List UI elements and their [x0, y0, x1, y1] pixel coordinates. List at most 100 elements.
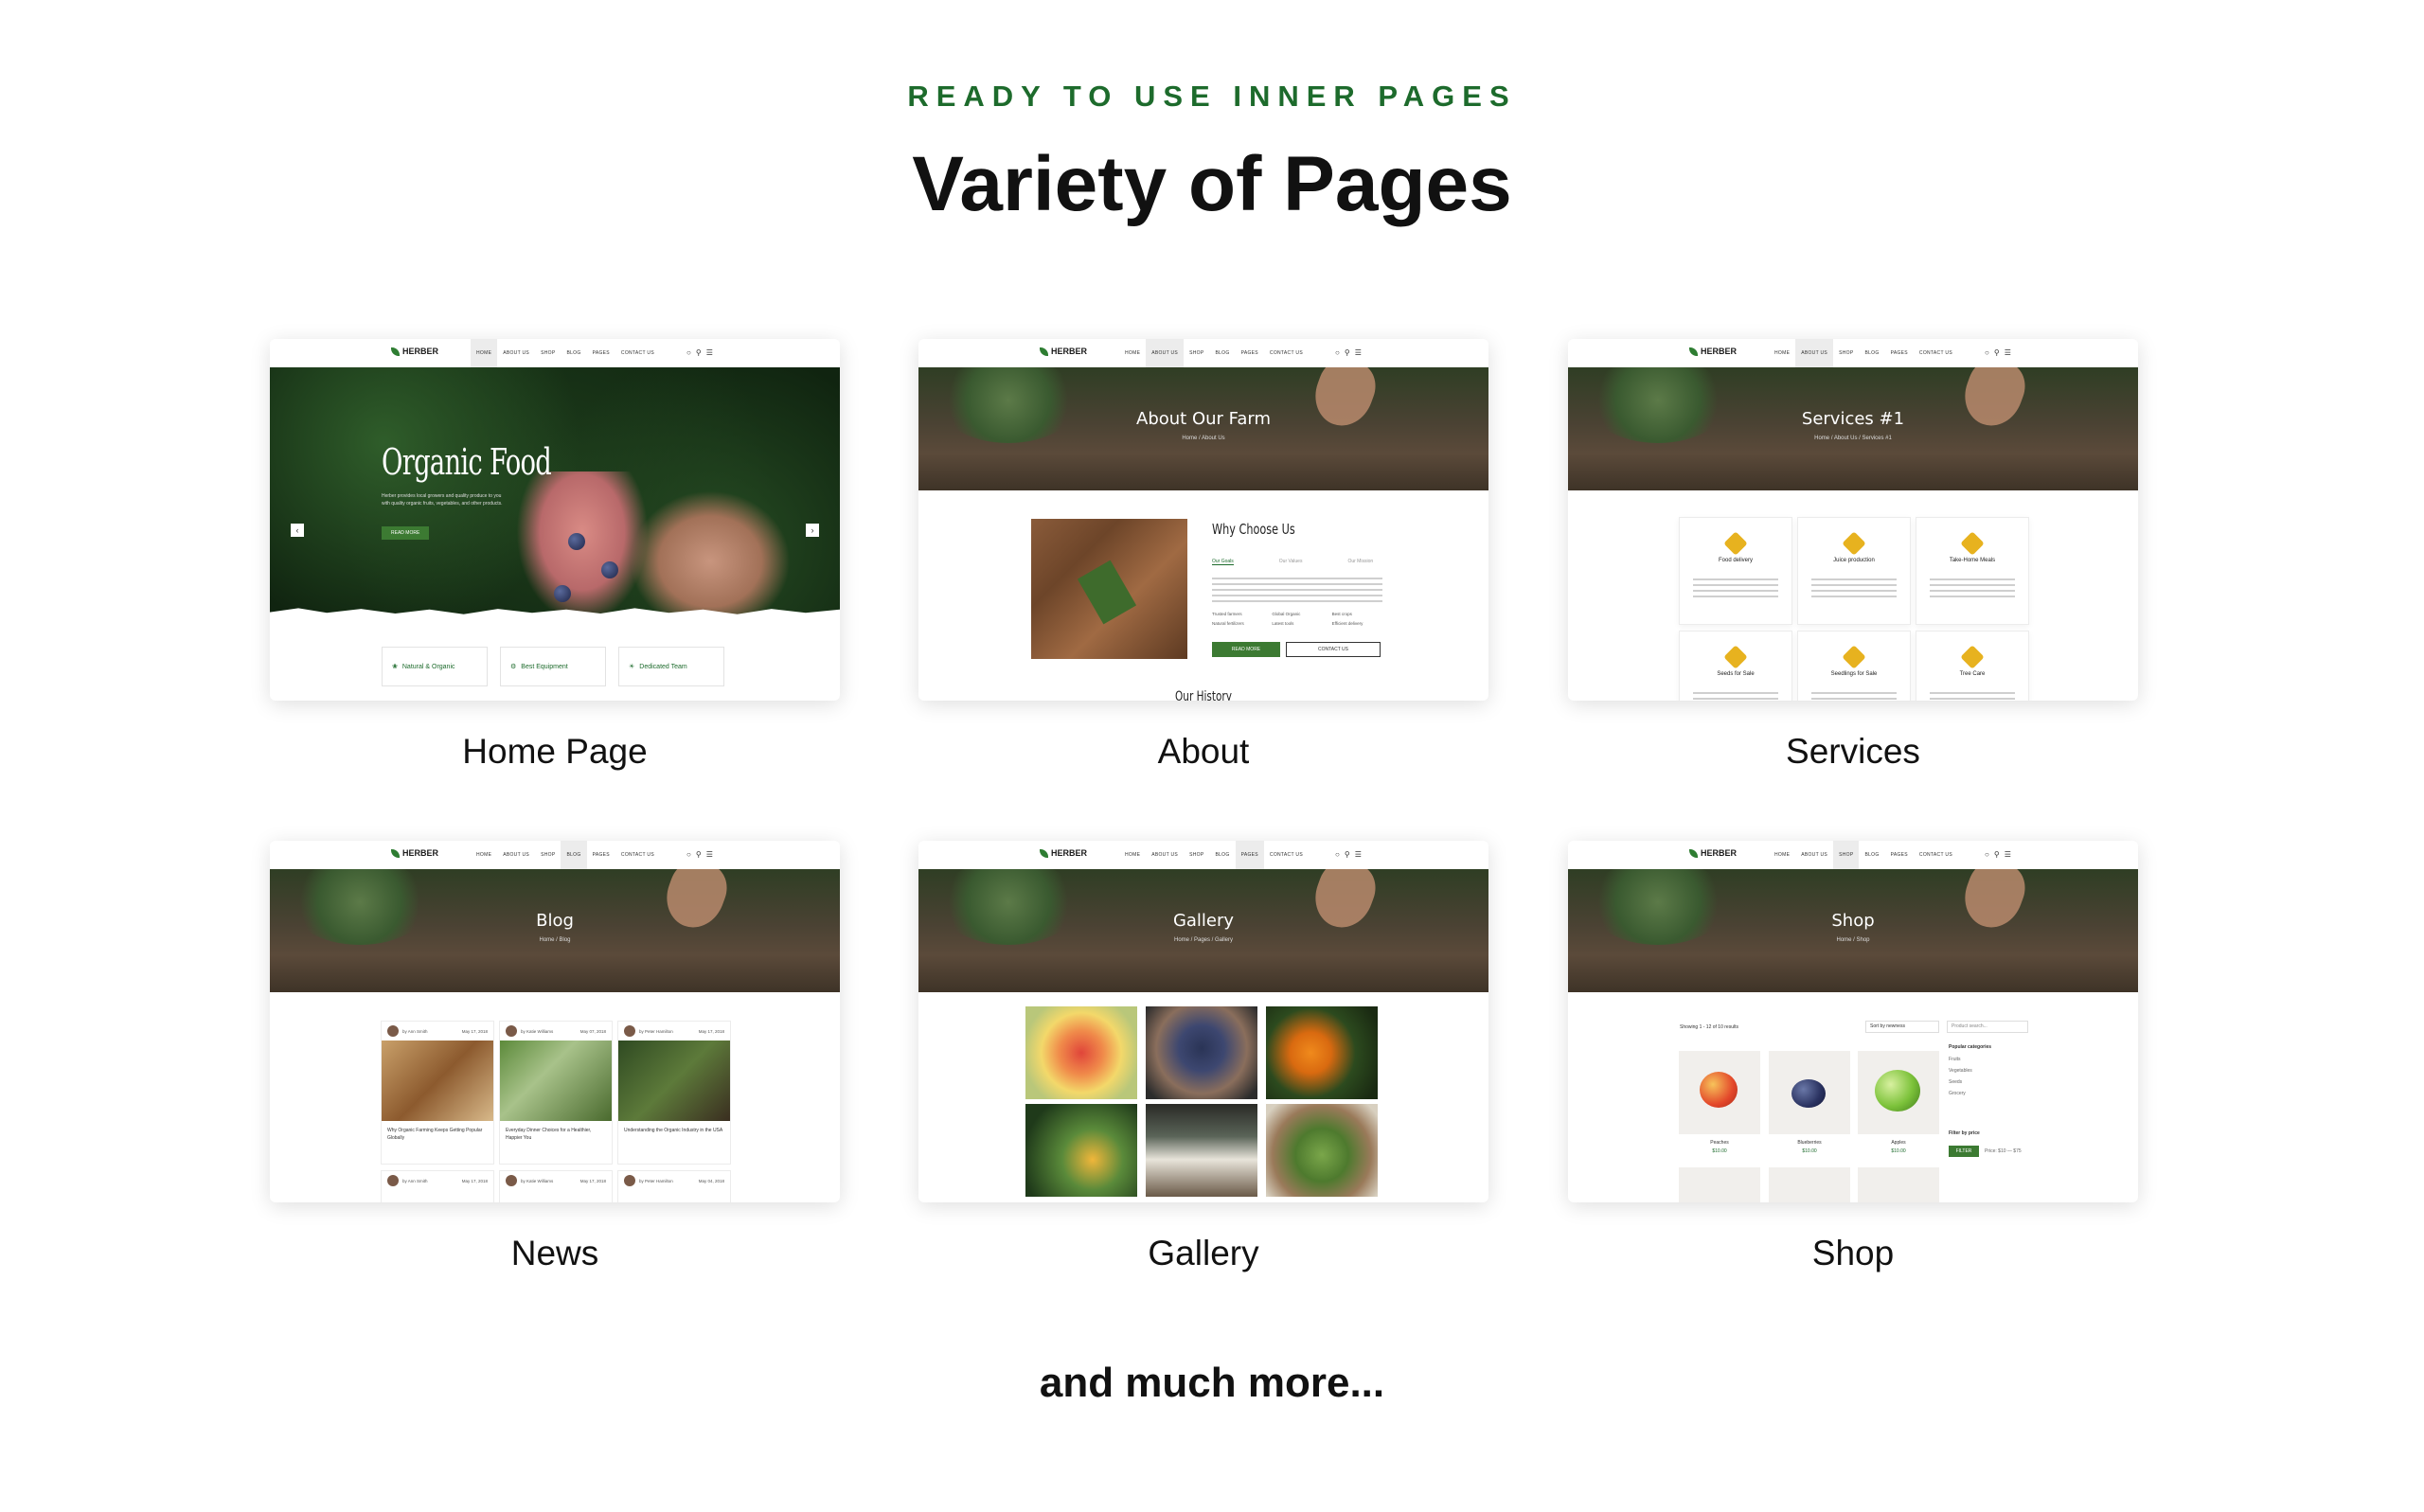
menu-item-about: ABOUT US: [1801, 852, 1828, 858]
feature-box: ⚙ Best Equipment: [500, 647, 606, 686]
tab-goals: Our Goals: [1212, 559, 1234, 565]
about-page-preview[interactable]: HERBER HOME ABOUT US SHOP BLOG PAGES CON…: [918, 339, 1488, 701]
history-heading: Our History: [1175, 689, 1232, 701]
menu-item-about: ABOUT US: [503, 350, 530, 356]
read-more-button: READ MORE: [1212, 642, 1280, 657]
menu-item-home: HOME: [1125, 852, 1141, 858]
preview-menu: HOME ABOUT US SHOP BLOG PAGES CONTACT US: [471, 339, 660, 367]
menu-item-blog: BLOG: [1864, 852, 1880, 858]
preview-menu: HOME ABOUT US SHOP BLOG PAGES CONTACT US: [1119, 841, 1309, 869]
menu-item-about: ABOUT US: [1795, 339, 1834, 367]
blog-post-card: by Katie Williams May 17, 2018: [499, 1170, 613, 1202]
sun-icon: ☀: [629, 664, 635, 670]
product-image: [1679, 1051, 1760, 1134]
category-list: Fruits Vegetables Seeds Grocery: [1949, 1057, 1972, 1096]
blueberry-image: [601, 561, 618, 578]
service-card: Seedlings for Sale: [1797, 631, 1911, 701]
salad-image: [1266, 1104, 1378, 1197]
menu-item-home: HOME: [1774, 350, 1791, 356]
blueberry-image: [554, 585, 571, 602]
results-count: Showing 1 - 12 of 10 results: [1680, 1024, 1738, 1030]
cart-icon: ○: [1985, 850, 1989, 859]
read-more-button: READ MORE: [382, 526, 430, 540]
service-card: Take-Home Meals: [1916, 517, 2029, 625]
gallery-page-preview[interactable]: HERBER HOME ABOUT US SHOP BLOG PAGES CON…: [918, 841, 1488, 1202]
menu-item-shop: SHOP: [1189, 852, 1204, 858]
leaf-icon: [391, 848, 400, 858]
leaf-icon: ❀: [392, 664, 398, 670]
service-icon: [1960, 531, 1985, 556]
home-page-preview[interactable]: HERBER HOME ABOUT US SHOP BLOG PAGES CON…: [270, 339, 840, 701]
leaf-icon: [1040, 848, 1048, 858]
tab-values: Our Values: [1278, 559, 1303, 564]
watermelon-image: [1025, 1006, 1137, 1099]
blog-post-card: by Ann Smith May 17, 2018: [381, 1170, 494, 1202]
menu-icon: ☰: [2004, 348, 2011, 357]
check-list: Trusted farmers Global Organic Best crop…: [1212, 612, 1364, 626]
menu-item-contact: CONTACT US: [1269, 350, 1303, 356]
hero-title: Gallery: [1172, 911, 1235, 931]
menu-item-pages: PAGES: [592, 350, 610, 356]
product-name: Apples: [1891, 1140, 1906, 1146]
menu-item-blog: BLOG: [1215, 852, 1230, 858]
services-page-preview[interactable]: HERBER HOME ABOUT US SHOP BLOG PAGES CON…: [1568, 339, 2138, 701]
blog-post-card: by Peter Hamilton May 17, 2018 Understand…: [617, 1021, 731, 1165]
product-price: $10.00: [1891, 1148, 1906, 1154]
search-icon: ⚲: [695, 850, 702, 859]
menu-item-about: ABOUT US: [1146, 339, 1185, 367]
brand-logo: HERBER: [391, 347, 438, 356]
menu-item-shop: SHOP: [1189, 350, 1204, 356]
post-image: [500, 1041, 612, 1121]
search-icon: ⚲: [1344, 348, 1350, 357]
preview-navbar: HERBER HOME ABOUT US SHOP BLOG PAGES CON…: [918, 339, 1488, 367]
menu-item-home: HOME: [1774, 852, 1791, 858]
preview-navbar: HERBER HOME ABOUT US SHOP BLOG PAGES CON…: [270, 339, 840, 367]
feature-box: ❀ Natural & Organic: [382, 647, 488, 686]
menu-item-shop: SHOP: [541, 350, 556, 356]
tabs: Our Goals Our Values Our Mission: [1212, 559, 1373, 565]
peach-fruit: [1700, 1072, 1738, 1108]
menu-item-pages: PAGES: [1890, 852, 1908, 858]
news-page-preview[interactable]: HERBER HOME ABOUT US SHOP BLOG PAGES CON…: [270, 841, 840, 1202]
hero-banner: About Our Farm Home / About Us: [918, 367, 1488, 490]
blog-post-card: by Peter Hamilton May 04, 2018: [617, 1170, 731, 1202]
product-image: [1769, 1051, 1850, 1134]
hero-banner: Organic Food Herber provides local growe…: [270, 367, 840, 618]
hero-title: Services #1: [1801, 409, 1905, 429]
hero-title: Blog: [536, 911, 574, 931]
cart-icon: ○: [686, 348, 691, 357]
menu-item-about: ABOUT US: [1151, 852, 1179, 858]
breadcrumb: Home / About Us / Services #1: [1814, 436, 1892, 441]
blog-post-card: by Katie Williams May 07, 2018 Everyday D…: [499, 1021, 613, 1165]
menu-icon: ☰: [705, 850, 713, 859]
menu-item-pages: PAGES: [1240, 350, 1258, 356]
cart-icon: ○: [1335, 348, 1340, 357]
menu-item-contact: CONTACT US: [620, 852, 654, 858]
leaf-icon: [1689, 347, 1698, 356]
leaf-icon: [1040, 347, 1048, 356]
hero-text: Herber provides local growers and qualit…: [382, 493, 503, 507]
hero-banner: Gallery Home / Pages / Gallery: [918, 869, 1488, 992]
menu-item-pages: PAGES: [1235, 841, 1264, 869]
apples-fruit: [1875, 1070, 1920, 1112]
product-image: [1679, 1167, 1760, 1202]
hero-title: Shop: [1831, 911, 1875, 931]
menu-item-contact: CONTACT US: [1918, 350, 1952, 356]
menu-item-contact: CONTACT US: [1918, 852, 1952, 858]
section-eyebrow: READY TO USE INNER PAGES: [907, 80, 1517, 113]
shop-page-preview[interactable]: HERBER HOME ABOUT US SHOP BLOG PAGES CON…: [1568, 841, 2138, 1202]
avatar: [387, 1025, 399, 1037]
and-more-text: and much more...: [1039, 1360, 1385, 1406]
leaf-icon: [391, 347, 400, 356]
cart-icon: ○: [1985, 348, 1989, 357]
search-icon: ⚲: [1993, 850, 2000, 859]
tab-mission: Our Mission: [1347, 559, 1374, 564]
breadcrumb: Home / Pages / Gallery: [1173, 937, 1234, 943]
prev-arrow-icon: ‹: [291, 524, 304, 537]
next-arrow-icon: ›: [806, 524, 819, 537]
menu-item-pages: PAGES: [592, 852, 610, 858]
menu-item-home: HOME: [1125, 350, 1141, 356]
product-name: Peaches: [1710, 1140, 1729, 1146]
menu-item-home: HOME: [471, 339, 498, 367]
card-label-news: News: [510, 1234, 599, 1272]
